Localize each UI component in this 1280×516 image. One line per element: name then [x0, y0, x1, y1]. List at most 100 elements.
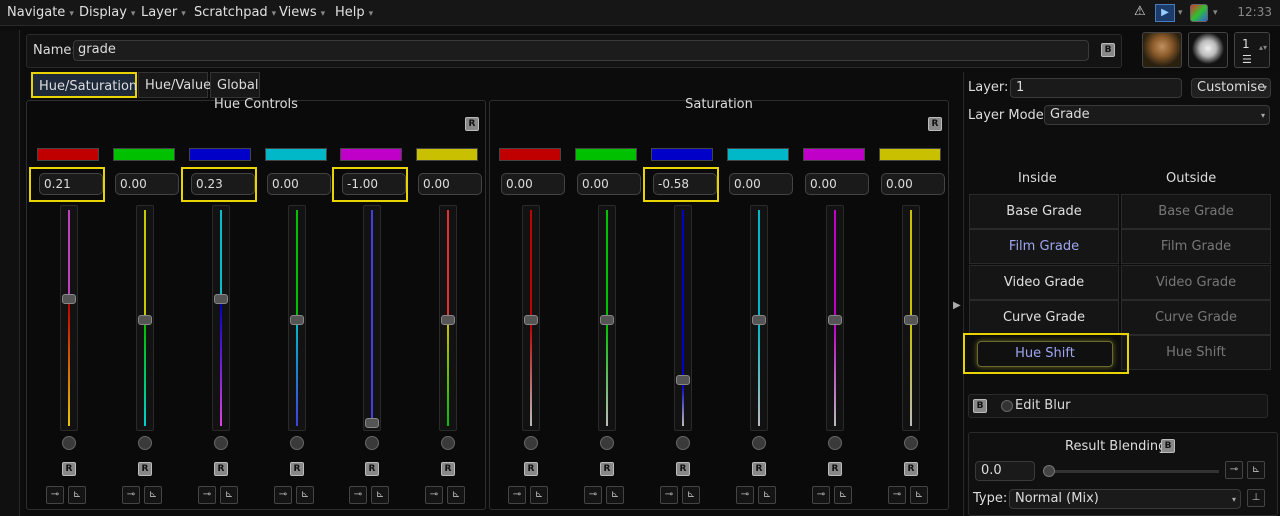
inside-video-grade-button[interactable]: Video Grade — [969, 265, 1119, 300]
graph-icon[interactable]: ⊾ — [606, 486, 624, 504]
menu-display[interactable]: Display ▾ — [79, 5, 135, 20]
key-icon[interactable]: ⊸ — [122, 486, 140, 504]
warning-icon[interactable]: ⚠ — [1134, 4, 1146, 22]
hue-slider-1[interactable] — [60, 205, 78, 431]
hue-value-field-1[interactable]: 0.21 — [39, 173, 103, 195]
saturation-value-field-2[interactable]: 0.00 — [577, 173, 641, 195]
menu-layer[interactable]: Layer ▾ — [141, 5, 186, 20]
color-wheel-icon[interactable] — [1190, 4, 1208, 22]
hue-value-field-6[interactable]: 0.00 — [418, 173, 482, 195]
type-dropdown[interactable]: Normal (Mix) ▾ — [1009, 489, 1241, 509]
key-icon[interactable]: ⊸ — [660, 486, 678, 504]
saturation-value-field-6[interactable]: 0.00 — [881, 173, 945, 195]
graph-icon[interactable]: ⊾ — [1247, 461, 1265, 479]
hue-knob-2[interactable] — [138, 436, 152, 450]
menu-scratchpad[interactable]: Scratchpad ▾ — [194, 5, 276, 20]
key-icon[interactable]: ⊸ — [736, 486, 754, 504]
inside-hue-shift-button[interactable]: Hue Shift — [977, 341, 1113, 367]
saturation-knob-4[interactable] — [752, 436, 766, 450]
saturation-value-field-4[interactable]: 0.00 — [729, 173, 793, 195]
hue-value-field-2[interactable]: 0.00 — [115, 173, 179, 195]
saturation-slider-3[interactable] — [674, 205, 692, 431]
saturation-reset-button-4[interactable]: R — [752, 462, 766, 476]
key-icon[interactable]: ⊸ — [1225, 461, 1243, 479]
inside-base-grade-button[interactable]: Base Grade — [969, 194, 1119, 229]
saturation-reset-button-6[interactable]: R — [904, 462, 918, 476]
saturation-knob-1[interactable] — [524, 436, 538, 450]
graph-icon[interactable]: ⊾ — [371, 486, 389, 504]
outside-curve-grade-button[interactable]: Curve Grade — [1121, 300, 1271, 335]
hue-knob-1[interactable] — [62, 436, 76, 450]
outside-base-grade-button[interactable]: Base Grade — [1121, 194, 1271, 229]
hue-slider-handle-1[interactable] — [62, 294, 76, 304]
hue-slider-handle-2[interactable] — [138, 315, 152, 325]
key-icon[interactable]: ⊸ — [812, 486, 830, 504]
saturation-knob-3[interactable] — [676, 436, 690, 450]
hue-slider-3[interactable] — [212, 205, 230, 431]
inside-curve-grade-button[interactable]: Curve Grade — [969, 300, 1119, 335]
edit-blur-toggle[interactable] — [1001, 400, 1013, 412]
hue-slider-5[interactable] — [363, 205, 381, 431]
blend-value-field[interactable]: 0.0 — [975, 461, 1035, 481]
saturation-knob-6[interactable] — [904, 436, 918, 450]
hue-knob-4[interactable] — [290, 436, 304, 450]
saturation-slider-4[interactable] — [750, 205, 768, 431]
layer-count-button[interactable]: 1 ☰ ▴▾ — [1234, 32, 1270, 68]
graph-icon[interactable]: ⊾ — [682, 486, 700, 504]
saturation-slider-6[interactable] — [902, 205, 920, 431]
saturation-reset-button-1[interactable]: R — [524, 462, 538, 476]
outside-video-grade-button[interactable]: Video Grade — [1121, 265, 1271, 300]
layer-field[interactable]: 1 — [1010, 78, 1182, 98]
hue-value-field-5[interactable]: -1.00 — [342, 173, 406, 195]
outside-film-grade-button[interactable]: Film Grade — [1121, 229, 1271, 264]
hue-slider-handle-6[interactable] — [441, 315, 455, 325]
saturation-slider-1[interactable] — [522, 205, 540, 431]
graph-icon[interactable]: ⊾ — [220, 486, 238, 504]
saturation-slider-5[interactable] — [826, 205, 844, 431]
saturation-slider-2[interactable] — [598, 205, 616, 431]
menu-navigate[interactable]: Navigate ▾ — [7, 5, 74, 20]
hue-reset-button-6[interactable]: R — [441, 462, 455, 476]
tab-global[interactable]: Global — [210, 72, 260, 98]
source-thumbnail[interactable] — [1142, 32, 1182, 68]
hue-knob-6[interactable] — [441, 436, 455, 450]
saturation-reset-button-3[interactable]: R — [676, 462, 690, 476]
hue-reset-all-button[interactable]: R — [465, 117, 479, 131]
hue-knob-3[interactable] — [214, 436, 228, 450]
saturation-slider-handle-2[interactable] — [600, 315, 614, 325]
edit-blur-bypass-button[interactable]: B — [973, 399, 987, 413]
saturation-value-field-5[interactable]: 0.00 — [805, 173, 869, 195]
bypass-button[interactable]: B — [1101, 43, 1115, 57]
hue-knob-5[interactable] — [365, 436, 379, 450]
menu-help[interactable]: Help ▾ — [335, 5, 373, 20]
graph-icon[interactable]: ⊾ — [910, 486, 928, 504]
customise-dropdown[interactable]: Customise ▾ — [1191, 78, 1271, 98]
monitor-icon[interactable]: ▶ — [1155, 4, 1175, 22]
saturation-knob-2[interactable] — [600, 436, 614, 450]
saturation-slider-handle-5[interactable] — [828, 315, 842, 325]
outside-hue-shift-button[interactable]: Hue Shift — [1121, 335, 1271, 370]
hue-slider-4[interactable] — [288, 205, 306, 431]
hue-reset-button-3[interactable]: R — [214, 462, 228, 476]
hue-value-field-4[interactable]: 0.00 — [267, 173, 331, 195]
saturation-value-field-3[interactable]: -0.58 — [653, 173, 717, 195]
saturation-reset-all-button[interactable]: R — [928, 117, 942, 131]
graph-icon[interactable]: ⊾ — [144, 486, 162, 504]
hue-value-field-3[interactable]: 0.23 — [191, 173, 255, 195]
hue-slider-6[interactable] — [439, 205, 457, 431]
layer-mode-dropdown[interactable]: Grade ▾ — [1044, 105, 1270, 125]
chevron-down-icon[interactable]: ▾ — [1213, 8, 1218, 26]
graph-icon[interactable]: ⊾ — [447, 486, 465, 504]
saturation-slider-handle-6[interactable] — [904, 315, 918, 325]
graph-icon[interactable]: ⊾ — [296, 486, 314, 504]
graph-icon[interactable]: ⊾ — [758, 486, 776, 504]
menu-views[interactable]: Views ▾ — [279, 5, 325, 20]
graph-icon[interactable]: ⊾ — [834, 486, 852, 504]
saturation-slider-handle-3[interactable] — [676, 375, 690, 385]
hue-slider-handle-3[interactable] — [214, 294, 228, 304]
matte-thumbnail[interactable] — [1188, 32, 1228, 68]
key-icon[interactable]: ⊸ — [274, 486, 292, 504]
hue-reset-button-1[interactable]: R — [62, 462, 76, 476]
hue-reset-button-2[interactable]: R — [138, 462, 152, 476]
hue-reset-button-5[interactable]: R — [365, 462, 379, 476]
